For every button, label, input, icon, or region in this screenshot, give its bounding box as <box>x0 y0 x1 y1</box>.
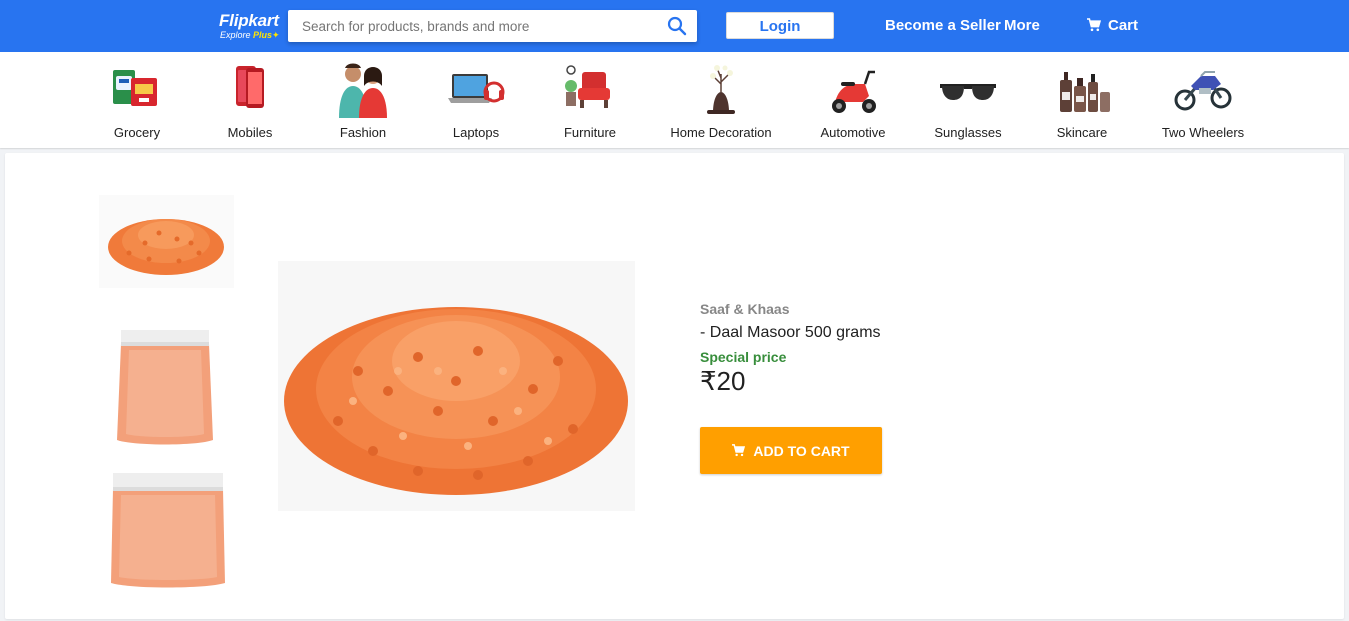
category-laptops[interactable]: Laptops <box>446 52 506 148</box>
cart-icon <box>1087 18 1101 32</box>
thumbnail-lentil-bag[interactable] <box>115 328 215 448</box>
thumbnail-lentil-bag[interactable] <box>109 471 227 591</box>
category-label: Sunglasses <box>934 125 1002 140</box>
category-furniture[interactable]: Furniture <box>560 52 620 148</box>
product-title: - Daal Masoor 500 grams <box>700 324 881 341</box>
category-label: Furniture <box>563 125 617 140</box>
category-two-wheelers[interactable]: Two Wheelers <box>1160 52 1246 148</box>
category-fashion[interactable]: Fashion <box>333 52 393 148</box>
cart-label: Cart <box>1108 17 1139 34</box>
search-bar <box>288 10 697 42</box>
product-brand: Saaf & Khaas <box>700 301 790 317</box>
product-price: ₹20 <box>700 366 746 396</box>
top-header: Flipkart Explore Plus✦ Login Become a Se… <box>0 0 1349 52</box>
category-skincare[interactable]: Skincare <box>1042 52 1122 148</box>
cart-icon <box>732 444 746 457</box>
category-label: Skincare <box>1056 125 1108 140</box>
category-label: Laptops <box>452 125 500 140</box>
more-menu[interactable]: More <box>1004 17 1040 35</box>
special-price-label: Special price <box>700 349 787 365</box>
product-card: Saaf & Khaas - Daal Masoor 500 grams Spe… <box>5 153 1344 619</box>
flipkart-logo[interactable]: Flipkart Explore Plus✦ <box>219 11 285 43</box>
main-product-image <box>278 261 635 511</box>
category-label: Automotive <box>820 125 886 140</box>
category-sunglasses[interactable]: Sunglasses <box>928 52 1008 148</box>
category-home-decoration[interactable]: Home Decoration <box>670 52 772 148</box>
logo-title: Flipkart <box>219 11 279 30</box>
scooter-icon <box>832 70 876 113</box>
thumbnail-lentil-pile[interactable] <box>99 195 234 288</box>
sunglasses-icon <box>940 84 996 100</box>
search-input[interactable] <box>288 10 658 42</box>
logo-subtitle-plus: Plus <box>253 30 273 40</box>
category-label: Two Wheelers <box>1161 125 1245 140</box>
furniture-icon <box>565 65 610 108</box>
mobile-phone-icon <box>236 66 264 108</box>
add-to-cart-label: ADD TO CART <box>753 442 850 459</box>
logo-subtitle-prefix: Explore <box>220 30 251 40</box>
fashion-icon <box>339 63 387 118</box>
category-label: Home Decoration <box>670 125 772 140</box>
category-bar: Grocery Mobiles Fashion Laptops Furnitur… <box>0 52 1349 148</box>
add-to-cart-button[interactable]: ADD TO CART <box>700 427 882 474</box>
category-mobiles[interactable]: Mobiles <box>220 52 280 148</box>
search-icon[interactable] <box>667 16 687 36</box>
category-automotive[interactable]: Automotive <box>813 52 893 148</box>
category-label: Grocery <box>113 125 161 140</box>
motorcycle-icon <box>1174 71 1232 111</box>
plus-star-icon: ✦ <box>272 30 280 40</box>
become-seller-link[interactable]: Become a Seller <box>885 17 1001 35</box>
logo-subtitle: Explore Plus✦ <box>220 30 285 40</box>
grocery-icon <box>113 70 157 106</box>
cart-link[interactable]: Cart <box>1087 17 1138 35</box>
category-label: Mobiles <box>227 125 273 140</box>
login-button[interactable]: Login <box>726 12 834 39</box>
category-grocery[interactable]: Grocery <box>107 52 167 148</box>
laptop-icon <box>448 74 505 103</box>
home-decor-icon <box>707 65 735 114</box>
category-label: Fashion <box>339 125 387 140</box>
skincare-icon <box>1060 72 1110 112</box>
